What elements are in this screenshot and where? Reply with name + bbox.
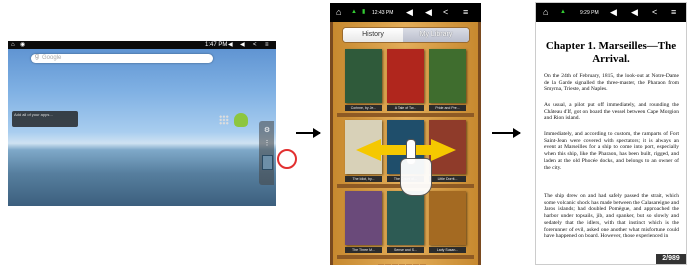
book-cover[interactable] <box>429 49 466 103</box>
tablet-home-screen: ⌂ ◉ 1:47 PM ◀ ◀ < ≡ g Google Add all of … <box>8 41 276 206</box>
back-icon[interactable]: < <box>652 3 657 22</box>
book-cover[interactable] <box>429 191 466 245</box>
toolbar-button[interactable] <box>413 264 419 265</box>
home-widget[interactable]: Add all of your apps… <box>12 111 78 127</box>
paragraph: On the 24th of February, 1815, the look-… <box>544 73 679 93</box>
battery-icon: ▮ <box>362 9 366 15</box>
home-icon[interactable]: ⌂ <box>11 41 15 49</box>
toolbar-button[interactable] <box>406 264 412 265</box>
status-bar: ⌂ ◉ 1:47 PM ◀ ◀ < ≡ <box>8 41 276 49</box>
volume-down-icon[interactable]: ◀ <box>406 3 413 22</box>
paragraph: Immediately, and according to custom, th… <box>544 131 679 171</box>
search-placeholder: Google <box>42 55 62 61</box>
widget-text: Add all of your apps… <box>14 112 54 117</box>
status-time: 1:47 PM <box>205 42 228 48</box>
reader-screen: ⌂ ▲ 9:29 PM ◀ ◀ < ≡ Chapter 1. Marseille… <box>535 2 687 265</box>
book-title-label: Little Dorrit... <box>429 176 466 182</box>
page-indicator: 2/989 <box>656 254 686 264</box>
menu-icon[interactable]: ≡ <box>463 3 468 22</box>
book-cover[interactable] <box>345 191 382 245</box>
toolbar-button[interactable] <box>399 264 405 265</box>
book-cover[interactable] <box>387 49 424 103</box>
tab-history[interactable]: History <box>343 28 403 42</box>
book-title-label: Lady Susan... <box>429 247 466 253</box>
status-bar: ⌂ ▲ ▮ 12:43 PM ◀ ◀ < ≡ <box>330 3 481 22</box>
book-cover[interactable] <box>345 49 382 103</box>
signal-icon: ▲ <box>560 9 566 15</box>
highlight-circle <box>277 149 297 169</box>
wifi-icon: ◉ <box>20 42 26 48</box>
apps-icon[interactable] <box>219 115 229 125</box>
book-title-label: The Three M... <box>345 247 382 253</box>
book-title-label: The Idiot, by... <box>345 176 382 182</box>
library-screen: ⌂ ▲ ▮ 12:43 PM ◀ ◀ < ≡ History My Librar… <box>330 3 481 265</box>
menu-icon[interactable]: ≡ <box>671 3 676 22</box>
home-icon[interactable]: ⌂ <box>543 3 548 22</box>
tab-my-library[interactable]: My Library <box>403 28 469 42</box>
settings-icon[interactable]: ⚙ <box>263 127 271 135</box>
android-icon[interactable] <box>234 113 248 127</box>
google-search-bar[interactable]: g Google <box>31 53 213 63</box>
book-title-label: Sense and S... <box>387 247 424 253</box>
menu-icon[interactable]: ≡ <box>265 41 269 49</box>
grid-icon[interactable]: ⋮ <box>263 140 271 148</box>
signal-icon: ▲ <box>351 9 357 15</box>
back-icon[interactable]: < <box>443 3 448 22</box>
search-icon: g <box>35 53 39 60</box>
status-time: 9:29 PM <box>580 10 599 16</box>
book-title-label: Corinne, by Je... <box>345 105 382 111</box>
status-time: 12:43 PM <box>372 10 394 16</box>
hand-icon <box>400 158 432 196</box>
volume-up-icon[interactable]: ◀ <box>240 41 245 49</box>
volume-up-icon[interactable]: ◀ <box>631 3 638 22</box>
paragraph: As usual, a pilot put off immediately, a… <box>544 102 679 122</box>
arrow-right-icon <box>296 128 321 138</box>
home-icon[interactable]: ⌂ <box>336 3 341 22</box>
volume-up-icon[interactable]: ◀ <box>425 3 432 22</box>
toolbar-button[interactable] <box>385 264 391 265</box>
toolbar-button[interactable] <box>420 264 426 265</box>
book-cover[interactable] <box>387 191 424 245</box>
volume-down-icon[interactable]: ◀ <box>610 3 617 22</box>
bottom-toolbar <box>378 257 427 265</box>
paragraph: The ship drew on and had safely passed t… <box>544 193 679 240</box>
shelf-edge <box>337 113 474 117</box>
book-title-label: Pride and Pre... <box>429 105 466 111</box>
status-bar: ⌂ ▲ 9:29 PM ◀ ◀ < ≡ <box>536 3 686 22</box>
toolbar-button[interactable] <box>378 264 384 265</box>
toolbar-button[interactable] <box>392 264 398 265</box>
library-tabs: History My Library <box>342 27 470 43</box>
volume-down-icon[interactable]: ◀ <box>228 41 233 49</box>
book-title-label: A Tale of Tw... <box>387 105 424 111</box>
arrow-right-icon <box>492 128 521 138</box>
back-icon[interactable]: < <box>253 41 257 49</box>
chapter-title: Chapter 1. Marseilles—The Arrival. <box>545 40 677 65</box>
ereader-app-icon[interactable] <box>262 155 273 170</box>
